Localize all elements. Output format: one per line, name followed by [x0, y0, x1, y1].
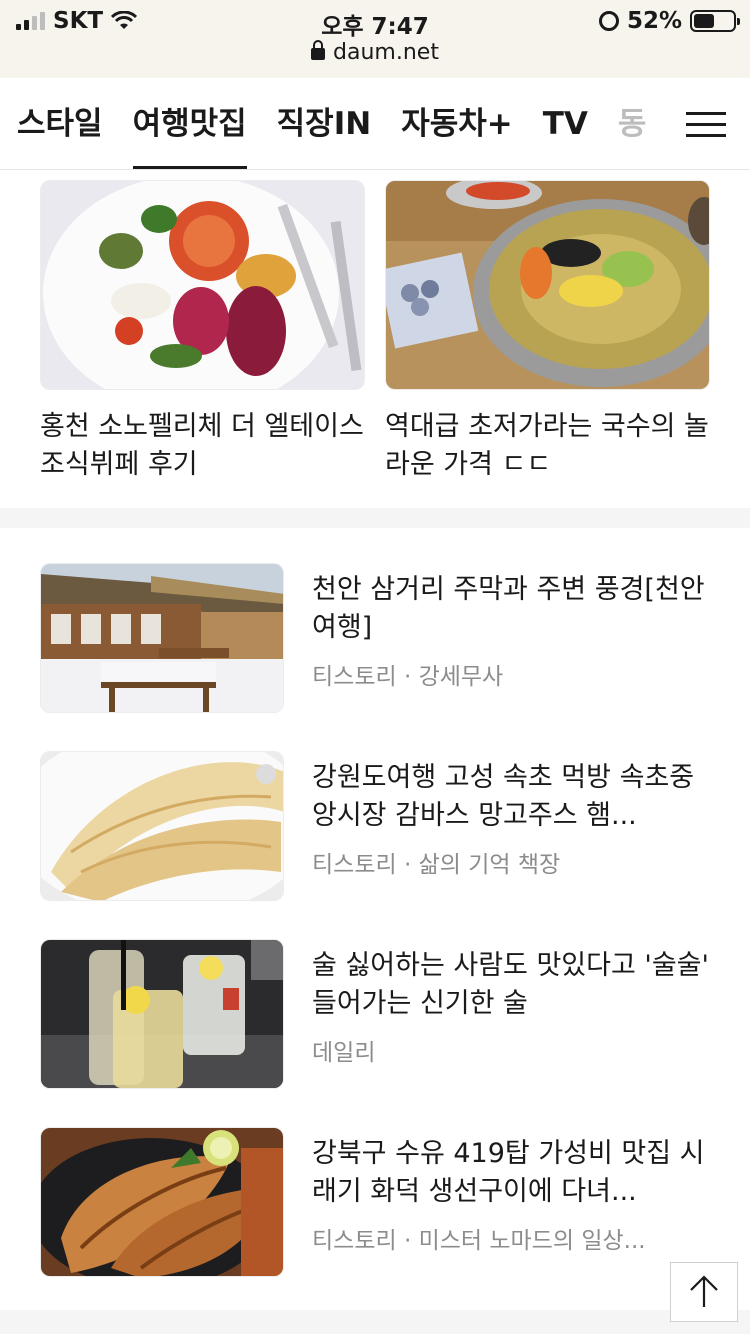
article-text: 술 싫어하는 사람도 맛있다고 '술술' 들어가는 신기한 술 데일리: [312, 939, 710, 1089]
tab-car[interactable]: 자동차+: [401, 78, 513, 169]
lemon-drinks-image[interactable]: [40, 939, 284, 1089]
article-title[interactable]: 천안 삼거리 주막과 주변 풍경[천안여행]: [312, 571, 710, 647]
article-source: 티스토리 · 강세무사: [312, 664, 504, 690]
article-item[interactable]: 천안 삼거리 주막과 주변 풍경[천안여행] 티스토리 · 강세무사: [40, 563, 710, 713]
featured-card-title[interactable]: 홍천 소노펠리체 더 엘테이스 조식뷔페 후기: [40, 408, 365, 484]
battery-icon: [690, 10, 740, 32]
tab-more-partial[interactable]: 동: [618, 78, 647, 169]
article-title[interactable]: 술 싫어하는 사람도 맛있다고 '술술' 들어가는 신기한 술: [312, 947, 710, 1023]
breakfast-buffet-image[interactable]: [40, 180, 365, 390]
tab-travel-food[interactable]: 여행맛집: [132, 78, 247, 169]
tab-style[interactable]: 스타일: [17, 78, 103, 169]
article-title[interactable]: 강북구 수유 419탑 가성비 맛집 시래기 화덕 생선구이에 다녀...: [312, 1135, 710, 1211]
section-divider: [0, 508, 750, 528]
article-item[interactable]: 강원도여행 고성 속초 먹방 속초중앙시장 감바스 망고주스 햄... 티스토리…: [40, 751, 710, 901]
cold-noodle-image[interactable]: [385, 180, 710, 390]
url-text: daum.net: [333, 40, 439, 65]
article-text: 강원도여행 고성 속초 먹방 속초중앙시장 감바스 망고주스 햄... 티스토리…: [312, 751, 710, 901]
address-bar[interactable]: daum.net: [0, 40, 750, 65]
battery-percent: 52%: [626, 8, 682, 34]
hanok-snow-image[interactable]: [40, 563, 284, 713]
article-title[interactable]: 강원도여행 고성 속초 먹방 속초중앙시장 감바스 망고주스 햄...: [312, 759, 710, 835]
scroll-top-button[interactable]: [670, 1262, 738, 1322]
section-divider: [0, 1310, 750, 1334]
featured-grid: 홍천 소노펠리체 더 엘테이스 조식뷔페 후기 역대급 초저가라는 국수의 놀라: [40, 180, 710, 490]
arrow-up-icon: [690, 1275, 718, 1307]
featured-card[interactable]: 홍천 소노펠리체 더 엘테이스 조식뷔페 후기: [40, 180, 365, 490]
article-text: 강북구 수유 419탑 가성비 맛집 시래기 화덕 생선구이에 다녀... 티스…: [312, 1127, 710, 1277]
category-tab-bar: 스타일 여행맛집 직장IN 자동차+ TV 동: [0, 78, 750, 170]
article-text: 천안 삼거리 주막과 주변 풍경[천안여행] 티스토리 · 강세무사: [312, 563, 710, 713]
lock-icon: [311, 40, 326, 60]
sliced-fish-image[interactable]: [40, 751, 284, 901]
tab-tv[interactable]: TV: [543, 78, 588, 169]
article-source: 티스토리 · 삶의 기억 책장: [312, 852, 561, 878]
featured-card-title[interactable]: 역대급 초저가라는 국수의 놀라운 가격 ㄷㄷ: [385, 408, 710, 484]
article-source: 데일리: [312, 1040, 376, 1066]
alarm-icon: [598, 11, 619, 31]
tab-list: 스타일 여행맛집 직장IN 자동차+ TV 동: [17, 78, 676, 169]
status-bar: SKT 오후 7:47 daum.net 52%: [0, 0, 750, 78]
featured-card[interactable]: 역대급 초저가라는 국수의 놀라운 가격 ㄷㄷ: [385, 180, 710, 490]
article-item[interactable]: 강북구 수유 419탑 가성비 맛집 시래기 화덕 생선구이에 다녀... 티스…: [40, 1127, 710, 1277]
tab-work[interactable]: 직장IN: [277, 78, 372, 169]
hamburger-menu-icon[interactable]: [662, 78, 750, 169]
article-source: 티스토리 · 미스터 노마드의 일상...: [312, 1228, 646, 1254]
grilled-mackerel-image[interactable]: [40, 1127, 284, 1277]
status-right: 52%: [598, 8, 740, 34]
article-item[interactable]: 술 싫어하는 사람도 맛있다고 '술술' 들어가는 신기한 술 데일리: [40, 939, 710, 1089]
